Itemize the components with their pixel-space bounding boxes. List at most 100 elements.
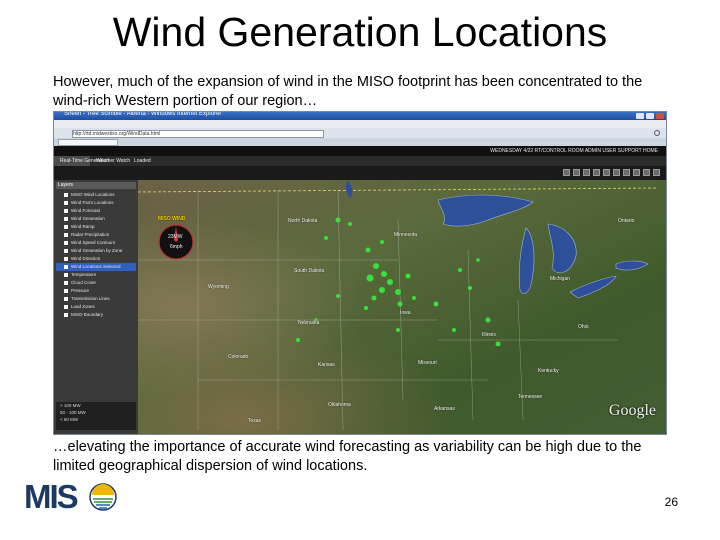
legend-item: < 50 MW — [60, 417, 79, 422]
layer-item[interactable]: Wind Ramp — [56, 223, 136, 231]
tab-bar — [54, 138, 666, 146]
layer-item[interactable]: MISO Boundary — [56, 311, 136, 319]
layer-checkbox[interactable] — [64, 232, 68, 237]
map-label: Nebraska — [298, 320, 320, 326]
layer-label: Temperature — [71, 272, 97, 277]
layer-checkbox[interactable] — [64, 208, 68, 213]
tab-real-time-generation[interactable]: Real-Time Generation — [54, 156, 109, 166]
map-label: Iowa — [400, 310, 411, 316]
compass-icon — [158, 224, 194, 260]
app-tabs: Real-Time Generation Weather Watch Loade… — [54, 156, 666, 166]
layer-checkbox[interactable] — [64, 272, 68, 277]
layer-checkbox[interactable] — [64, 224, 68, 229]
tab-weather-watch[interactable]: Weather Watch — [90, 156, 130, 166]
browser-tab[interactable] — [58, 139, 118, 146]
layer-checkbox[interactable] — [64, 288, 68, 293]
close-icon[interactable] — [656, 113, 664, 119]
tool-icon[interactable] — [593, 169, 600, 176]
tool-icon[interactable] — [613, 169, 620, 176]
layer-label: Pressure — [71, 288, 90, 293]
browser-screenshot: Sheen - Tree Scimble - Alberta - Windows… — [53, 111, 667, 435]
tool-icon[interactable] — [633, 169, 640, 176]
layer-checkbox[interactable] — [64, 256, 68, 261]
layer-checkbox[interactable] — [64, 240, 68, 245]
layer-item[interactable]: Cloud Cover — [56, 279, 136, 287]
layer-item[interactable]: Transmission Lines — [56, 295, 136, 303]
window-titlebar: Sheen - Tree Scimble - Alberta - Windows… — [54, 112, 666, 120]
maximize-icon[interactable] — [646, 113, 654, 119]
layer-label: Wind Locations Selected — [71, 264, 121, 269]
map-label: Ohio — [578, 324, 589, 330]
layer-label: Wind Farm Locations — [71, 200, 114, 205]
tool-icon[interactable] — [603, 169, 610, 176]
map-label: Texas — [248, 418, 262, 424]
legend-item: 50 - 100 MW — [60, 410, 86, 415]
page-number: 26 — [664, 495, 678, 509]
address-input[interactable]: http://rtd.midwestiso.org/WindData.html — [72, 130, 324, 138]
map-toolbar — [54, 166, 666, 180]
layer-item[interactable]: MISO Wind Locations — [56, 191, 136, 199]
tool-icon[interactable] — [623, 169, 630, 176]
layer-item[interactable]: Load Zones — [56, 303, 136, 311]
tool-icon[interactable] — [653, 169, 660, 176]
legend-item: > 100 MW — [60, 403, 81, 408]
layer-item[interactable]: Temperature — [56, 271, 136, 279]
minimize-icon[interactable] — [636, 113, 644, 119]
intro-text: However, much of the expansion of wind i… — [53, 74, 643, 109]
miso-logo: MIS — [24, 480, 120, 514]
layers-header: Layers — [56, 182, 136, 189]
map-label: Ontario — [618, 218, 635, 224]
app-header-links[interactable]: WEDNESDAY 4/22 RT/CONTROL ROOM ADMIN USE… — [490, 148, 658, 154]
layer-label: Wind Generation — [71, 216, 105, 221]
address-bar: http://rtd.midwestiso.org/WindData.html — [54, 128, 666, 138]
menu-bar — [54, 120, 666, 128]
satellite-map[interactable]: North Dakota Minnesota Ontario South Dak… — [137, 180, 666, 434]
map-label: Colorado — [228, 354, 249, 360]
layer-checkbox[interactable] — [64, 304, 68, 309]
map-label: Kansas — [318, 362, 335, 368]
layer-checkbox[interactable] — [64, 192, 68, 197]
layer-checkbox[interactable] — [64, 200, 68, 205]
logo-text: MIS — [24, 478, 79, 515]
tool-icon[interactable] — [583, 169, 590, 176]
map-label: Missouri — [418, 360, 437, 366]
layer-label: Wind Speed Contours — [71, 240, 116, 245]
layer-checkbox[interactable] — [64, 216, 68, 221]
window-title: Sheen - Tree Scimble - Alberta - Windows… — [64, 111, 222, 117]
layer-checkbox[interactable] — [64, 312, 68, 317]
tool-icon[interactable] — [643, 169, 650, 176]
tool-icon[interactable] — [573, 169, 580, 176]
layer-checkbox[interactable] — [64, 296, 68, 301]
tool-icon[interactable] — [563, 169, 570, 176]
outro-text: …elevating the importance of accurate wi… — [53, 439, 642, 474]
layer-item[interactable]: Wind Locations Selected — [56, 263, 136, 271]
layer-item[interactable]: Wind Generation by Zone — [56, 247, 136, 255]
layer-item[interactable]: Wind Speed Contours — [56, 239, 136, 247]
layers-panel: Layers MISO Wind Locations Wind Farm Loca… — [54, 180, 138, 434]
app-header: WEDNESDAY 4/22 RT/CONTROL ROOM ADMIN USE… — [54, 146, 666, 156]
map-label: Arkansas — [434, 406, 455, 412]
legend-panel: > 100 MW 50 - 100 MW < 50 MW — [56, 402, 136, 430]
search-icon[interactable] — [654, 130, 660, 136]
map-label: Tennessee — [518, 394, 543, 400]
map-label: South Dakota — [294, 268, 325, 274]
layer-label: Transmission Lines — [71, 296, 110, 301]
compass-label: MISO WIND — [158, 216, 186, 222]
map-label: Minnesota — [394, 232, 418, 238]
tab-loaded[interactable]: Loaded — [128, 156, 158, 166]
layer-item[interactable]: Wind Generation — [56, 215, 136, 223]
layer-item[interactable]: Wind Farm Locations — [56, 199, 136, 207]
layer-item[interactable]: Wind Direction — [56, 255, 136, 263]
layer-checkbox[interactable] — [64, 264, 68, 269]
layer-label: Wind Generation by Zone — [71, 248, 123, 253]
layer-label: Wind Direction — [71, 256, 101, 261]
map-label: North Dakota — [288, 218, 318, 224]
layer-item[interactable]: Pressure — [56, 287, 136, 295]
layer-item[interactable]: Wind Forecast — [56, 207, 136, 215]
slide-title: Wind Generation Locations — [112, 9, 608, 55]
layer-item[interactable]: Radar Precipitation — [56, 231, 136, 239]
layer-checkbox[interactable] — [64, 280, 68, 285]
layer-checkbox[interactable] — [64, 248, 68, 253]
layer-label: MISO Boundary — [71, 312, 104, 317]
layer-label: Wind Forecast — [71, 208, 101, 213]
